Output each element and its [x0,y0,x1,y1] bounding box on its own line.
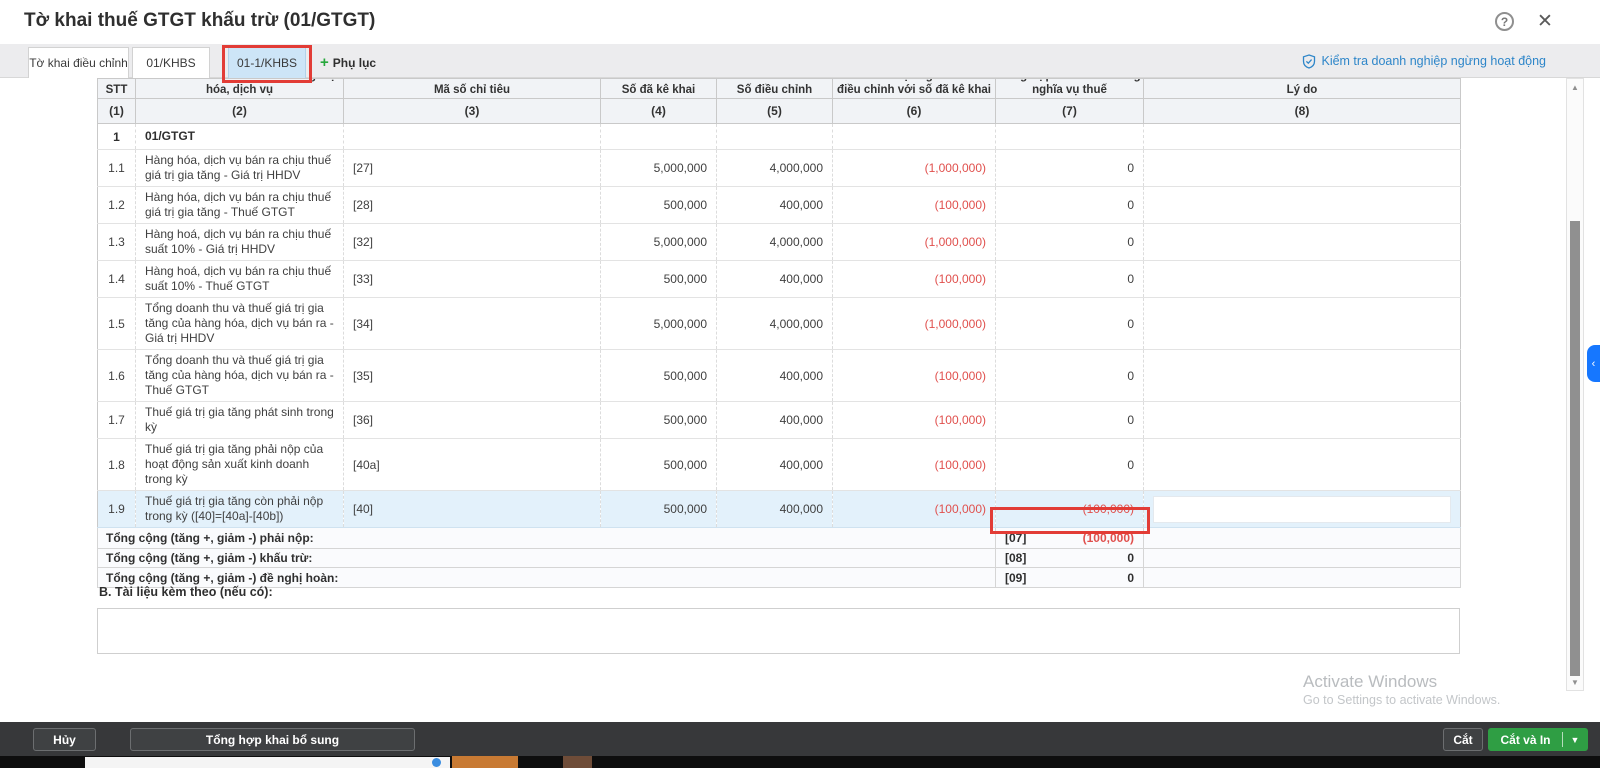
cut-and-print-label: Cắt và In [1489,733,1562,747]
caret-down-icon[interactable]: ▼ [1563,735,1587,745]
header-tax-duty: Tổng hợp điều chỉnh tăng/giảm nghĩa vụ t… [996,79,1144,99]
col-number: (1) [98,99,136,124]
add-phu-luc-label: Phụ lục [333,56,376,70]
table-row: 1.6 Tổng doanh thu và thuế giá trị gia t… [98,350,1461,402]
total-row: Tổng cộng (tăng +, giảm -) phải nộp: [07… [98,528,1461,549]
table-header: STT Tên chỉ tiêu điều chỉnh của từng loạ… [98,79,1461,124]
aggregate-supplement-button[interactable]: Tổng hợp khai bổ sung [130,728,415,751]
scroll-down-icon[interactable]: ▼ [1567,675,1583,689]
col-number: (2) [136,99,344,124]
table-body: 1 01/GTGT 1.1 Hàng hóa, dịch vụ bán ra c… [98,124,1461,528]
col-number: (7) [996,99,1144,124]
add-phu-luc-button[interactable]: + Phụ lục [320,47,376,78]
table-row: 1.2 Hàng hóa, dịch vụ bán ra chịu thuế g… [98,187,1461,224]
help-icon[interactable]: ? [1495,12,1514,31]
col-number: (6) [833,99,996,124]
total-row: Tổng cộng (tăng +, giảm -) đề nghị hoàn:… [98,568,1461,588]
tab-01-khbs[interactable]: 01/KHBS [132,47,210,78]
attachments-box[interactable] [97,608,1460,654]
header-difference: Chênh lệch giữa số điều chỉnh với số đã … [833,79,996,99]
taskbar-app-icon[interactable] [563,756,592,768]
activate-windows-watermark-sub: Go to Settings to activate Windows. [1303,693,1500,707]
section-b-label: B. Tài liệu kèm theo (nếu có): [99,585,273,599]
header-adjusted: Số điều chỉnh [717,79,833,99]
taskbar-app-icon[interactable] [452,756,518,768]
vertical-scrollbar[interactable]: ▲ ▼ [1566,78,1584,691]
plus-icon: + [320,54,329,71]
header-code: Mã số chỉ tiêu [344,79,601,99]
tab-to-khai-dieu-chinh[interactable]: Tờ khai điều chỉnh [28,47,129,78]
table-row: 1.1 Hàng hóa, dịch vụ bán ra chịu thuế g… [98,150,1461,187]
activate-windows-watermark: Activate Windows [1303,672,1437,692]
shield-check-icon [1302,54,1316,69]
cut-and-print-button[interactable]: Cắt và In ▼ [1488,728,1588,751]
windows-taskbar-sliver [0,756,1600,768]
side-panel-toggle[interactable]: ‹ [1587,345,1600,382]
table-row: 1.5 Tổng doanh thu và thuế giá trị gia t… [98,298,1461,350]
col-number: (3) [344,99,601,124]
cut-button[interactable]: Cắt [1443,728,1483,751]
reason-input[interactable] [1153,496,1451,523]
chevron-left-icon: ‹ [1592,358,1596,370]
scrollbar-thumb[interactable] [1570,221,1580,676]
tab-01-1-khbs[interactable]: 01-1/KHBS [228,47,306,78]
tab-bar: Tờ khai điều chỉnh 01/KHBS 01-1/KHBS + P… [0,44,1600,78]
footer-bar: Hủy Tổng hợp khai bổ sung Cắt Cắt và In … [0,722,1600,756]
taskbar-app-icon[interactable] [432,758,441,767]
scroll-up-icon[interactable]: ▲ [1567,80,1583,94]
header-declared: Số đã kê khai [601,79,717,99]
table-row: 1.3 Hàng hoá, dịch vụ bán ra chịu thuế s… [98,224,1461,261]
table-row: 1.4 Hàng hoá, dịch vụ bán ra chịu thuế s… [98,261,1461,298]
page-title: Tờ khai thuế GTGT khấu trừ (01/GTGT) [24,10,375,32]
header-goods: Tên chỉ tiêu điều chỉnh của từng loại hà… [136,79,344,99]
title-bar: Tờ khai thuế GTGT khấu trừ (01/GTGT) ? ✕ [0,0,1600,44]
adjustment-table: STT Tên chỉ tiêu điều chỉnh của từng loạ… [97,78,1461,588]
check-business-suspended-link[interactable]: Kiểm tra doanh nghiệp ngừng hoạt động [1302,44,1546,78]
table-totals: Tổng cộng (tăng +, giảm -) phải nộp: [07… [98,528,1461,588]
table-row: 1.7 Thuế giá trị gia tăng phát sinh tron… [98,402,1461,439]
check-link-label: Kiểm tra doanh nghiệp ngừng hoạt động [1321,54,1546,68]
table-row: 1 01/GTGT [98,124,1461,150]
cancel-button[interactable]: Hủy [33,728,96,751]
header-reason: Lý do [1144,79,1461,99]
col-number: (4) [601,99,717,124]
tax-declaration-modal: Tờ khai thuế GTGT khấu trừ (01/GTGT) ? ✕… [0,0,1600,768]
total-row: Tổng cộng (tăng +, giảm -) khấu trừ: [08… [98,549,1461,568]
col-number: (8) [1144,99,1461,124]
taskbar-search-box[interactable] [85,757,450,768]
table-row: 1.9 Thuế giá trị gia tăng còn phải nộp t… [98,491,1461,528]
header-stt: STT [98,79,136,99]
close-icon[interactable]: ✕ [1533,8,1557,34]
col-number: (5) [717,99,833,124]
table-row: 1.8 Thuế giá trị gia tăng phải nộp của h… [98,439,1461,491]
